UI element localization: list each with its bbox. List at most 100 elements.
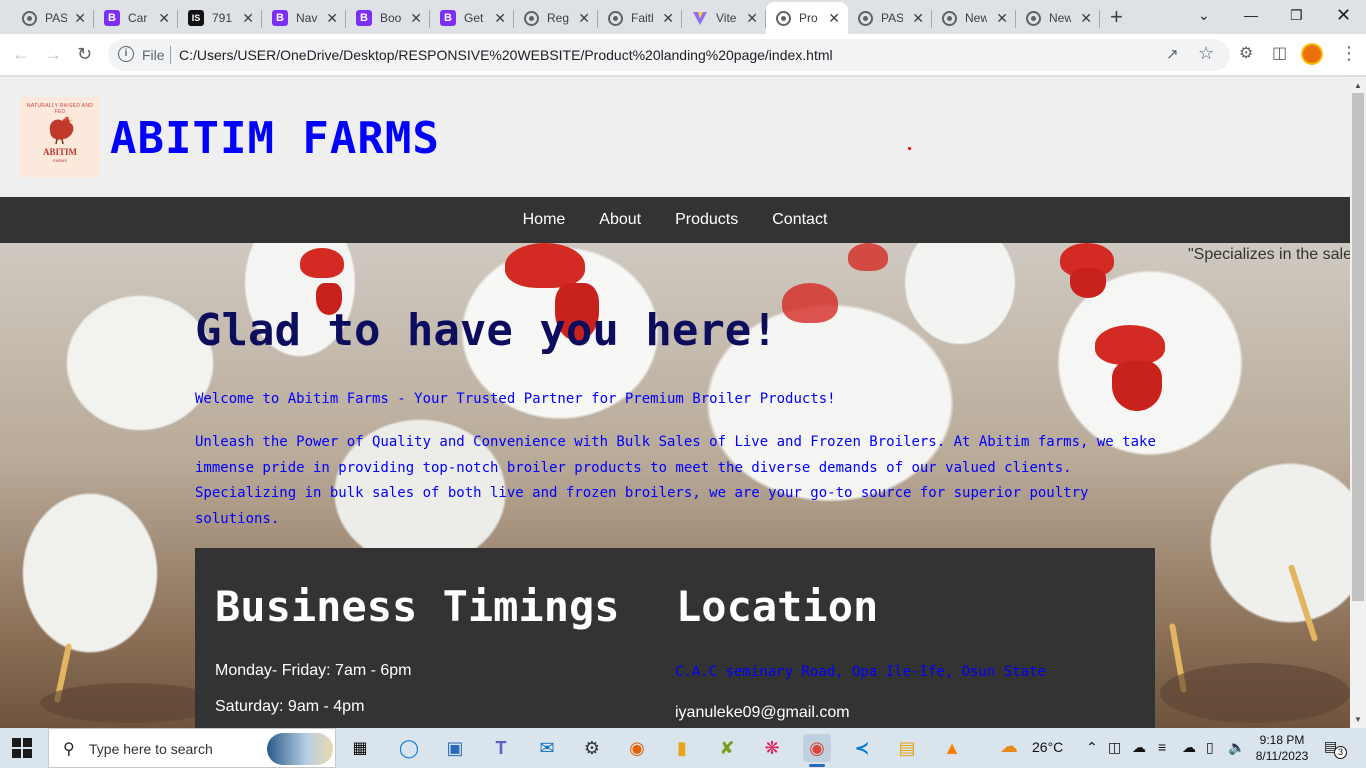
chicken-comb xyxy=(782,283,838,323)
close-tab-icon[interactable]: ✕ xyxy=(242,10,254,26)
location-heading: Location xyxy=(676,582,879,631)
close-tab-icon[interactable]: ✕ xyxy=(74,10,86,26)
tab-title: Get xyxy=(464,11,484,25)
address-bar[interactable]: i File C:/Users/USER/OneDrive/Desktop/RE… xyxy=(108,39,1230,71)
intro-paragraph: Unleash the Power of Quality and Conveni… xyxy=(195,434,1156,527)
url-text[interactable]: C:/Users/USER/OneDrive/Desktop/RESPONSIV… xyxy=(179,47,833,63)
onedrive-icon[interactable]: ☁ xyxy=(1182,739,1196,756)
app-tool-icon[interactable]: ✘ xyxy=(713,734,741,762)
side-panel-icon[interactable]: ◫ xyxy=(1272,44,1287,64)
minimize-icon[interactable]: — xyxy=(1244,4,1258,26)
file-explorer-icon[interactable]: ▤ xyxy=(893,734,921,762)
close-tab-icon[interactable]: ✕ xyxy=(746,10,758,26)
chrome-icon[interactable]: ◉ xyxy=(803,734,831,767)
tab-separator xyxy=(1099,10,1100,28)
nav-link-contact[interactable]: Contact xyxy=(755,211,844,229)
scroll-down-arrow-icon[interactable]: ▼ xyxy=(1354,715,1362,724)
browser-tab[interactable]: Vite ✕ xyxy=(682,4,766,32)
globe-icon xyxy=(524,10,539,26)
close-tab-icon[interactable]: ✕ xyxy=(996,10,1008,26)
farm-logo[interactable]: NATURALLY RAISED AND FED ABITIM FARMS xyxy=(20,97,100,177)
info-icon[interactable]: i xyxy=(118,46,134,62)
close-tab-icon[interactable]: ✕ xyxy=(158,10,170,26)
vscode-icon[interactable]: ≺ xyxy=(848,734,876,762)
business-info-panel: Business Timings Monday- Friday: 7am - 6… xyxy=(195,548,1155,728)
browser-tab[interactable]: B Nav ✕ xyxy=(262,4,346,32)
tab-title: Reg xyxy=(547,11,569,25)
taskbar-search-box[interactable]: ⚲ Type here to search xyxy=(48,728,336,768)
share-icon[interactable]: ↗ xyxy=(1166,45,1179,63)
close-tab-icon[interactable]: ✕ xyxy=(326,10,338,26)
windows-start-icon[interactable] xyxy=(12,738,32,758)
globe-icon xyxy=(776,10,791,26)
chicken-wattle xyxy=(1112,361,1162,411)
profile-avatar[interactable] xyxy=(1301,43,1323,65)
browser-tab[interactable]: Pro ✕ xyxy=(766,2,848,34)
chicken-wattle xyxy=(1070,268,1106,298)
page-scrollbar[interactable]: ▲ ▼ xyxy=(1350,77,1366,728)
slack-icon[interactable]: ❋ xyxy=(758,734,786,762)
weather-temperature[interactable]: 26°C xyxy=(1032,739,1063,755)
back-icon[interactable]: ← xyxy=(12,43,30,65)
battery-icon[interactable]: ▯ xyxy=(1206,739,1214,756)
new-tab-button[interactable]: + xyxy=(1110,6,1123,28)
scrollbar-thumb[interactable] xyxy=(1352,93,1364,601)
bookmark-star-icon[interactable]: ☆ xyxy=(1198,43,1214,64)
reload-icon[interactable]: ↻ xyxy=(77,43,92,65)
close-tab-icon[interactable]: ✕ xyxy=(578,10,590,26)
close-tab-icon[interactable]: ✕ xyxy=(912,10,924,26)
tray-chevron-icon[interactable]: ⌃ xyxy=(1086,739,1098,756)
contact-email[interactable]: iyanuleke09@gmail.com xyxy=(675,704,850,722)
vite-icon xyxy=(692,10,708,26)
nav-link-about[interactable]: About xyxy=(582,211,658,229)
browser-tab[interactable]: B Get ✕ xyxy=(430,4,514,32)
vlc-icon[interactable]: ▲ xyxy=(938,734,966,762)
mail-icon[interactable]: ✉ xyxy=(533,734,561,762)
windows-taskbar: ⚲ Type here to search ▦ ◯ ▣ T ✉ ⚙ ◉ ▮ ✘ … xyxy=(0,728,1366,768)
notifications-icon[interactable]: ▤ 3 xyxy=(1324,738,1347,759)
extensions-icon[interactable]: ⚙ xyxy=(1239,44,1253,64)
power-bi-icon[interactable]: ▮ xyxy=(668,734,696,762)
close-tab-icon[interactable]: ✕ xyxy=(662,10,674,26)
nav-link-home[interactable]: Home xyxy=(506,211,583,229)
weather-icon[interactable]: ☁ xyxy=(1000,736,1018,757)
browser-tab[interactable]: Faith ✕ xyxy=(598,4,682,32)
forward-icon[interactable]: → xyxy=(44,43,62,65)
tab-search-icon[interactable]: ⌄ xyxy=(1198,4,1210,26)
network-icon[interactable]: ≡ xyxy=(1158,739,1166,755)
browser-tab[interactable]: B Boo ✕ xyxy=(346,4,430,32)
browser-tab[interactable]: Reg ✕ xyxy=(514,4,598,32)
edge-browser-icon[interactable]: ◯ xyxy=(395,734,423,762)
browser-toolbar: ← → ↻ i File C:/Users/USER/OneDrive/Desk… xyxy=(0,34,1366,76)
browser-tab[interactable]: IS 791 ✕ xyxy=(178,4,262,32)
clock-time: 9:18 PM xyxy=(1259,733,1305,747)
tab-title: Pro xyxy=(799,11,818,25)
close-tab-icon[interactable]: ✕ xyxy=(410,10,422,26)
teams-icon[interactable]: T xyxy=(487,734,515,762)
volume-icon[interactable]: 🔈 xyxy=(1228,739,1245,756)
maximize-icon[interactable]: ❐ xyxy=(1290,4,1303,26)
firefox-icon[interactable]: ◉ xyxy=(623,734,651,762)
browser-tab[interactable]: B Car ✕ xyxy=(94,4,178,32)
close-tab-icon[interactable]: ✕ xyxy=(828,10,840,26)
close-window-icon[interactable]: ✕ xyxy=(1336,4,1351,26)
browser-tab[interactable]: New ✕ xyxy=(932,4,1016,32)
close-tab-icon[interactable]: ✕ xyxy=(494,10,506,26)
browser-menu-icon[interactable]: ⋮ xyxy=(1340,42,1358,64)
hero-heading: Glad to have you here! xyxy=(195,305,778,356)
tab-title: Vite xyxy=(716,11,737,25)
microsoft-store-icon[interactable]: ▣ xyxy=(441,734,469,762)
browser-tab[interactable]: New ✕ xyxy=(1016,4,1100,32)
browser-tab[interactable]: PAS ✕ xyxy=(12,4,94,32)
tab-title: Faith xyxy=(631,11,653,25)
browser-tab[interactable]: PAS ✕ xyxy=(848,4,932,32)
settings-icon[interactable]: ⚙ xyxy=(578,734,606,762)
scroll-up-arrow-icon[interactable]: ▲ xyxy=(1354,81,1362,90)
tab-title: PAS xyxy=(45,11,67,25)
cloud-icon[interactable]: ☁ xyxy=(1132,739,1146,756)
nav-link-products[interactable]: Products xyxy=(658,211,755,229)
tray-app-icon[interactable]: ◫ xyxy=(1108,739,1121,756)
close-tab-icon[interactable]: ✕ xyxy=(1080,10,1092,26)
taskbar-clock[interactable]: 9:18 PM 8/11/2023 xyxy=(1254,732,1310,764)
task-view-icon[interactable]: ▦ xyxy=(346,734,374,762)
